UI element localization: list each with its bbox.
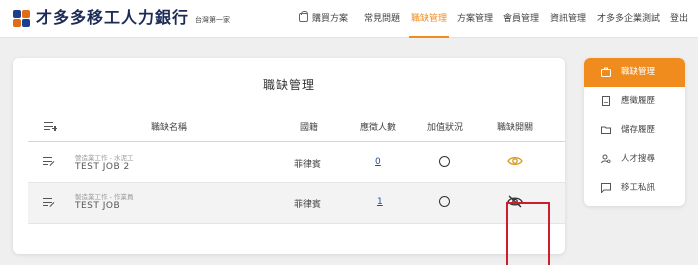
brand-name: 才多多移工人力銀行 bbox=[36, 8, 190, 27]
sidebar-menu: 職缺管理 應徵履歷 儲存履歷 人才搜尋 移工私訊 bbox=[584, 58, 685, 206]
boost-status-indicator[interactable] bbox=[439, 196, 450, 207]
job-name[interactable]: TEST JOB bbox=[75, 201, 120, 211]
user-search-icon bbox=[601, 154, 611, 164]
col-job-name: 職缺名稱 bbox=[151, 123, 188, 133]
col-nationality: 國籍 bbox=[300, 123, 319, 133]
col-applicants: 應徵人數 bbox=[360, 123, 397, 133]
sidebar-item-job-manage[interactable]: 職缺管理 bbox=[584, 58, 685, 87]
col-visibility: 職缺開關 bbox=[497, 123, 534, 133]
job-category: 製造業工作 - 作業員 bbox=[75, 193, 134, 201]
edit-job-icon[interactable] bbox=[43, 157, 55, 167]
sidebar-item-saved-resumes[interactable]: 儲存履歷 bbox=[584, 116, 685, 145]
sidebar-item-label: 職缺管理 bbox=[621, 67, 656, 77]
eye-icon[interactable] bbox=[507, 155, 523, 167]
nav-account-name[interactable]: 才多多企業測試 bbox=[597, 0, 660, 38]
logout-link[interactable]: 登出 bbox=[670, 0, 688, 38]
logo-icon bbox=[13, 10, 31, 28]
sidebar-item-label: 應徵履歷 bbox=[621, 96, 656, 106]
sidebar-item-label: 儲存履歷 bbox=[621, 125, 656, 135]
nav-job-manage[interactable]: 職缺管理 bbox=[408, 0, 450, 38]
sidebar-item-applications[interactable]: 應徵履歷 bbox=[584, 87, 685, 116]
nav-faq[interactable]: 常見問題 bbox=[364, 0, 400, 38]
sidebar-item-label: 人才搜尋 bbox=[621, 154, 656, 164]
job-nationality: 菲律賓 bbox=[294, 200, 322, 210]
sidebar-item-talent-search[interactable]: 人才搜尋 bbox=[584, 145, 685, 174]
sidebar-item-label: 移工私訊 bbox=[621, 183, 656, 193]
edit-job-icon[interactable] bbox=[43, 198, 55, 208]
page-title: 職缺管理 bbox=[262, 78, 315, 92]
job-list-card: 職缺管理 職缺名稱 國籍 應徵人數 加值狀況 職缺開關 營造業工作 - 水泥工 … bbox=[13, 58, 565, 265]
applicants-count-link[interactable]: 1 bbox=[377, 197, 383, 207]
nav-plan-manage[interactable]: 方案管理 bbox=[457, 0, 493, 38]
briefcase-icon bbox=[601, 67, 611, 77]
shopping-bag-icon bbox=[299, 11, 308, 22]
nav-info-manage[interactable]: 資訊管理 bbox=[550, 0, 586, 38]
col-boost: 加值狀況 bbox=[427, 123, 464, 133]
nav-buy-plan-label: 購買方案 bbox=[312, 14, 349, 24]
nav-member-manage[interactable]: 會員管理 bbox=[503, 0, 539, 38]
folder-icon bbox=[601, 126, 611, 134]
job-category: 營造業工作 - 水泥工 bbox=[75, 154, 134, 162]
sidebar-item-messages[interactable]: 移工私訊 bbox=[584, 174, 685, 203]
boost-status-indicator[interactable] bbox=[439, 156, 450, 167]
job-nationality: 菲律賓 bbox=[294, 160, 322, 170]
table-row: 營造業工作 - 水泥工 TEST JOB 2 菲律賓 0 bbox=[28, 142, 565, 183]
add-job-icon[interactable] bbox=[44, 122, 57, 131]
document-icon bbox=[602, 96, 610, 106]
applicants-count-link[interactable]: 0 bbox=[375, 157, 381, 167]
visibility-toggle-highlight bbox=[506, 202, 550, 265]
top-nav: 才多多移工人力銀行 台灣第一家 購買方案 常見問題 職缺管理 方案管理 會員管理… bbox=[0, 0, 698, 38]
brand-subtitle: 台灣第一家 bbox=[195, 16, 231, 24]
table-row: 製造業工作 - 作業員 TEST JOB 菲律賓 1 bbox=[28, 183, 565, 224]
chat-icon bbox=[601, 183, 611, 193]
nav-buy-plan[interactable]: 購買方案 bbox=[299, 0, 348, 38]
brand[interactable]: 才多多移工人力銀行 台灣第一家 bbox=[13, 8, 230, 28]
job-name[interactable]: TEST JOB 2 bbox=[75, 162, 130, 172]
